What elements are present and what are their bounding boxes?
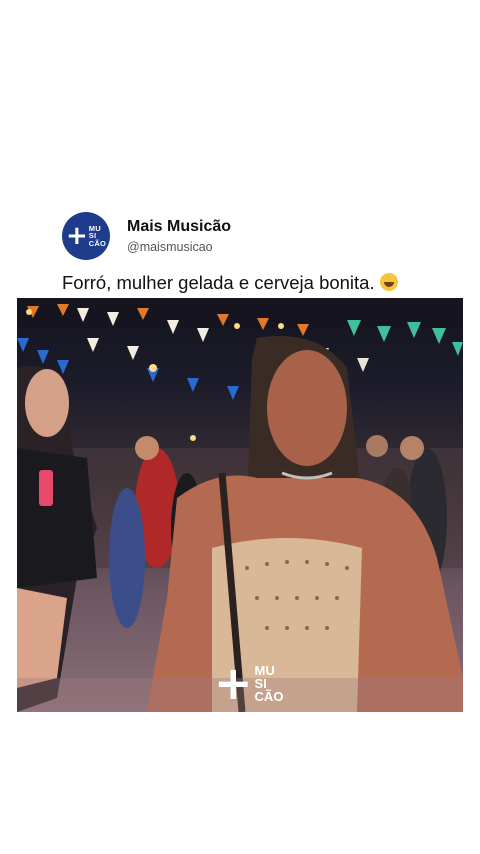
avatar-logo-text: MU SI CÃO — [89, 225, 106, 248]
avatar[interactable]: + MU SI CÃO — [62, 212, 110, 260]
laughing-tears-emoji-icon — [379, 273, 398, 291]
festival-bunting — [17, 298, 463, 441]
watermark-line2: SI — [254, 675, 267, 691]
avatar-logo-line3: CÃO — [88, 238, 107, 248]
post-video[interactable]: + MU SI CÃO — [17, 298, 463, 712]
author-name[interactable]: Mais Musicão — [127, 217, 231, 237]
main-person — [147, 336, 463, 712]
author-handle[interactable]: @maismusicao — [127, 239, 231, 255]
watermark-line3: CÃO — [254, 688, 284, 704]
post-header: + MU SI CÃO Mais Musicão @maismusicao — [62, 212, 231, 260]
post-caption: Forró, mulher gelada e cerveja bonita. — [62, 272, 398, 294]
caption-text: Forró, mulher gelada e cerveja bonita. — [62, 272, 375, 293]
party-scene-image — [17, 298, 463, 712]
watermark-plus-glyph: + — [214, 656, 253, 710]
left-person — [17, 366, 97, 712]
avatar-plus-glyph: + — [65, 221, 88, 251]
watermark-logo-text: MU SI CÃO — [255, 664, 284, 703]
watermark-line1: MU — [254, 662, 275, 678]
watermark-logo: + MU SI CÃO — [214, 660, 283, 706]
author-info: Mais Musicão @maismusicao — [127, 217, 231, 255]
